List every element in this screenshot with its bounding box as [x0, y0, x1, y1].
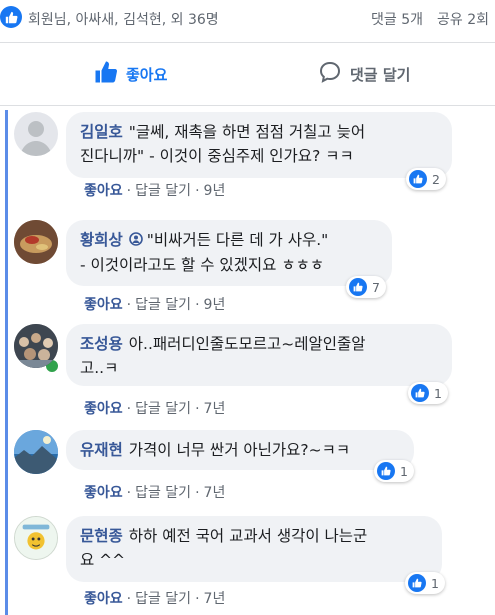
landscape-avatar[interactable] — [14, 430, 58, 474]
comment-bubble: 조성용 아..패러디인줄도모르고~레알인줄알 고..ㅋ — [66, 324, 452, 386]
comment-reply-link[interactable]: 답글 달기 — [135, 591, 191, 607]
user-badge-icon — [128, 229, 143, 253]
comment-bubble: 문현종 하하 예전 국어 교과서 생각이 나는군 요 ^^ — [66, 516, 442, 582]
comment-meta: 좋아요 · 답글 달기 · 9년 — [84, 297, 226, 313]
comment-button-label: 댓글 달기 — [350, 65, 411, 84]
comment-author[interactable]: 김일호 — [80, 123, 123, 141]
comment-reply-link[interactable]: 답글 달기 — [135, 297, 191, 313]
post-action-bar: 좋아요 댓글 달기 — [0, 42, 495, 106]
comment-reaction-count[interactable]: 1 — [405, 572, 445, 594]
comment-text-line2: 요 ^^ — [80, 551, 126, 569]
comment-bubble: 김일호 "글쎄, 재촉을 하면 점점 거칠고 늦어 진다니까" - 이것이 중심주… — [66, 112, 452, 178]
default-avatar[interactable] — [14, 112, 58, 156]
comment-reaction-count[interactable]: 7 — [346, 276, 386, 298]
comment-like-link[interactable]: 좋아요 — [84, 591, 123, 607]
comment-timestamp[interactable]: 7년 — [204, 591, 226, 607]
post-counts: 댓글 5개 공유 2회 — [371, 9, 489, 29]
comment-meta: 좋아요 · 답글 달기 · 7년 — [84, 401, 226, 417]
comment-text-line2: - 이것이라고도 할 수 있겠지요 ㅎㅎㅎ — [80, 255, 325, 274]
comment-like-link[interactable]: 좋아요 — [84, 297, 123, 313]
comment-reply-link[interactable]: 답글 달기 — [135, 485, 191, 501]
speech-bubble-icon — [318, 60, 350, 88]
reaction-count: 1 — [431, 575, 439, 591]
thumbs-up-icon — [411, 384, 429, 402]
like-button[interactable]: 좋아요 — [94, 43, 167, 105]
share-count-link[interactable]: 공유 2회 — [437, 12, 489, 28]
comment-like-link[interactable]: 좋아요 — [84, 485, 123, 501]
comment-like-link[interactable]: 좋아요 — [84, 401, 123, 417]
thumbs-up-icon — [408, 574, 426, 592]
thread-indicator-line — [5, 110, 8, 615]
comment-meta: 좋아요 · 답글 달기 · 7년 — [84, 591, 226, 607]
comment-text-line1: 하하 예전 국어 교과서 생각이 나는군 — [128, 527, 368, 545]
comment-text-line1: "글쎄, 재촉을 하면 점점 거칠고 늦어 — [128, 123, 366, 141]
comment-timestamp[interactable]: 9년 — [204, 297, 226, 313]
comment-reply-link[interactable]: 답글 달기 — [135, 401, 191, 417]
comment-button[interactable]: 댓글 달기 — [318, 43, 410, 105]
comment-meta: 좋아요 · 답글 달기 · 9년 — [84, 183, 226, 199]
comment-reaction-count[interactable]: 1 — [374, 460, 414, 482]
reactors-list[interactable]: 회원님, 아싸새, 김석현, 외 36명 — [28, 9, 219, 29]
comment-author[interactable]: 문현종 — [80, 527, 123, 545]
comment-text-line2: 진다니까" - 이것이 중심주제 인가요? ㅋㅋ — [80, 147, 354, 165]
cartoon-avatar[interactable] — [14, 516, 58, 560]
comment-bubble: 황희상 "비싸거든 다른 데 가 사우." - 이것이라고도 할 수 있겠지요 ㅎ… — [66, 220, 392, 286]
crowd-avatar[interactable] — [14, 324, 58, 368]
reaction-count: 1 — [400, 463, 408, 479]
like-button-label: 좋아요 — [126, 65, 168, 84]
comment-author[interactable]: 조성용 — [80, 335, 123, 353]
comment-text-line1: "비싸거든 다른 데 가 사우." — [146, 231, 329, 249]
post-summary-bar: 회원님, 아싸새, 김석현, 외 36명 댓글 5개 공유 2회 — [0, 0, 495, 40]
like-reaction-badge-icon[interactable] — [0, 6, 22, 28]
comment-reply-link[interactable]: 답글 달기 — [135, 183, 191, 199]
comment-list: 김일호 "글쎄, 재촉을 하면 점점 거칠고 늦어 진다니까" - 이것이 중심주… — [0, 106, 495, 615]
thumbs-up-icon — [349, 278, 367, 296]
comment-author[interactable]: 황희상 — [80, 231, 123, 249]
thumbs-up-icon — [409, 170, 427, 188]
comment-text-line1: 가격이 너무 싼거 아닌가요?~ㅋㅋ — [128, 441, 351, 459]
comment-reaction-count[interactable]: 2 — [406, 168, 446, 190]
comment-like-link[interactable]: 좋아요 — [84, 183, 123, 199]
comment-text-line1: 아..패러디인줄도모르고~레알인줄알 — [128, 335, 366, 353]
comment-timestamp[interactable]: 7년 — [204, 401, 226, 417]
reaction-count: 7 — [372, 279, 380, 295]
comment-timestamp[interactable]: 9년 — [204, 183, 226, 199]
reaction-count: 2 — [432, 171, 440, 187]
thumbs-up-icon — [94, 60, 126, 88]
comment-author[interactable]: 유재현 — [80, 441, 123, 459]
comment-count-link[interactable]: 댓글 5개 — [371, 12, 423, 28]
comment-reaction-count[interactable]: 1 — [408, 382, 448, 404]
reaction-count: 1 — [434, 385, 442, 401]
photo-avatar[interactable] — [14, 220, 58, 264]
comment-text-line2: 고..ㅋ — [80, 359, 119, 377]
comment-bubble: 유재현 가격이 너무 싼거 아닌가요?~ㅋㅋ — [66, 430, 414, 470]
thumbs-up-icon — [377, 462, 395, 480]
comment-meta: 좋아요 · 답글 달기 · 7년 — [84, 485, 226, 501]
comment-timestamp[interactable]: 7년 — [204, 485, 226, 501]
